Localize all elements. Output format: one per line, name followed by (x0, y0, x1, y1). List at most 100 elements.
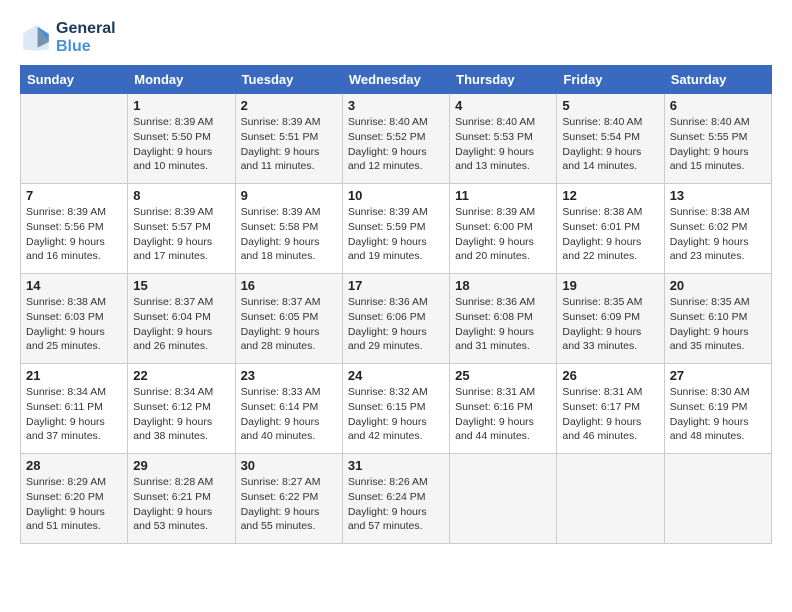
day-info: Sunrise: 8:35 AMSunset: 6:09 PMDaylight:… (562, 295, 658, 354)
calendar-cell: 16 Sunrise: 8:37 AMSunset: 6:05 PMDayligh… (235, 274, 342, 364)
calendar-cell: 27Sunrise: 8:30 AMSunset: 6:19 PMDayligh… (664, 364, 771, 454)
day-number: 20 (670, 278, 766, 293)
week-row-5: 28Sunrise: 8:29 AMSunset: 6:20 PMDayligh… (21, 454, 772, 544)
day-info: Sunrise: 8:40 AMSunset: 5:54 PMDaylight:… (562, 115, 658, 174)
day-info: Sunrise: 8:39 AMSunset: 6:00 PMDaylight:… (455, 205, 551, 264)
day-number: 2 (241, 98, 337, 113)
day-number: 12 (562, 188, 658, 203)
day-number: 3 (348, 98, 444, 113)
calendar-cell: 15 Sunrise: 8:37 AMSunset: 6:04 PMDayligh… (128, 274, 235, 364)
day-info: Sunrise: 8:30 AMSunset: 6:19 PMDaylight:… (670, 385, 766, 444)
week-row-2: 7 Sunrise: 8:39 AMSunset: 5:56 PMDaylight… (21, 184, 772, 274)
day-info: Sunrise: 8:35 AMSunset: 6:10 PMDaylight:… (670, 295, 766, 354)
calendar-cell: 31 Sunrise: 8:26 AMSunset: 6:24 PMDayligh… (342, 454, 449, 544)
week-row-4: 21 Sunrise: 8:34 AMSunset: 6:11 PMDayligh… (21, 364, 772, 454)
day-info: Sunrise: 8:32 AMSunset: 6:15 PMDaylight:… (348, 385, 444, 444)
day-info: Sunrise: 8:39 AMSunset: 5:57 PMDaylight:… (133, 205, 229, 264)
day-info: Sunrise: 8:40 AMSunset: 5:53 PMDaylight:… (455, 115, 551, 174)
day-number: 21 (26, 368, 122, 383)
day-number: 6 (670, 98, 766, 113)
day-info: Sunrise: 8:33 AMSunset: 6:14 PMDaylight:… (241, 385, 337, 444)
day-info: Sunrise: 8:26 AMSunset: 6:24 PMDaylight:… (348, 475, 444, 534)
logo-line2: Blue (56, 38, 116, 56)
day-info: Sunrise: 8:40 AMSunset: 5:52 PMDaylight:… (348, 115, 444, 174)
day-number: 13 (670, 188, 766, 203)
day-info: Sunrise: 8:27 AMSunset: 6:22 PMDaylight:… (241, 475, 337, 534)
calendar-cell: 17 Sunrise: 8:36 AMSunset: 6:06 PMDayligh… (342, 274, 449, 364)
calendar-cell: 10 Sunrise: 8:39 AMSunset: 5:59 PMDayligh… (342, 184, 449, 274)
calendar-cell: 12Sunrise: 8:38 AMSunset: 6:01 PMDayligh… (557, 184, 664, 274)
day-number: 24 (348, 368, 444, 383)
day-number: 9 (241, 188, 337, 203)
day-info: Sunrise: 8:39 AMSunset: 5:58 PMDaylight:… (241, 205, 337, 264)
header-sunday: Sunday (21, 66, 128, 94)
day-number: 29 (133, 458, 229, 473)
week-row-3: 14 Sunrise: 8:38 AMSunset: 6:03 PMDayligh… (21, 274, 772, 364)
day-number: 26 (562, 368, 658, 383)
calendar-cell: 1Sunrise: 8:39 AMSunset: 5:50 PMDaylight… (128, 94, 235, 184)
day-info: Sunrise: 8:37 AMSunset: 6:05 PMDaylight:… (241, 295, 337, 354)
calendar-cell: 29Sunrise: 8:28 AMSunset: 6:21 PMDayligh… (128, 454, 235, 544)
day-number: 11 (455, 188, 551, 203)
calendar-cell: 19 Sunrise: 8:35 AMSunset: 6:09 PMDayligh… (557, 274, 664, 364)
day-info: Sunrise: 8:36 AMSunset: 6:06 PMDaylight:… (348, 295, 444, 354)
day-info: Sunrise: 8:31 AMSunset: 6:16 PMDaylight:… (455, 385, 551, 444)
calendar-cell: 22 Sunrise: 8:34 AMSunset: 6:12 PMDayligh… (128, 364, 235, 454)
day-info: Sunrise: 8:37 AMSunset: 6:04 PMDaylight:… (133, 295, 229, 354)
calendar-cell: 30 Sunrise: 8:27 AMSunset: 6:22 PMDayligh… (235, 454, 342, 544)
week-row-1: 1Sunrise: 8:39 AMSunset: 5:50 PMDaylight… (21, 94, 772, 184)
day-info: Sunrise: 8:39 AMSunset: 5:51 PMDaylight:… (241, 115, 337, 174)
day-info: Sunrise: 8:29 AMSunset: 6:20 PMDaylight:… (26, 475, 122, 534)
day-number: 23 (241, 368, 337, 383)
day-info: Sunrise: 8:38 AMSunset: 6:03 PMDaylight:… (26, 295, 122, 354)
day-info: Sunrise: 8:39 AMSunset: 5:50 PMDaylight:… (133, 115, 229, 174)
calendar-cell: 24 Sunrise: 8:32 AMSunset: 6:15 PMDayligh… (342, 364, 449, 454)
calendar-cell: 7 Sunrise: 8:39 AMSunset: 5:56 PMDaylight… (21, 184, 128, 274)
logo-icon (20, 22, 52, 54)
logo: General Blue (20, 20, 116, 55)
calendar-cell: 25 Sunrise: 8:31 AMSunset: 6:16 PMDayligh… (450, 364, 557, 454)
calendar-cell: 8 Sunrise: 8:39 AMSunset: 5:57 PMDaylight… (128, 184, 235, 274)
day-number: 10 (348, 188, 444, 203)
calendar-cell: 28Sunrise: 8:29 AMSunset: 6:20 PMDayligh… (21, 454, 128, 544)
calendar-header-row: SundayMondayTuesdayWednesdayThursdayFrid… (21, 66, 772, 94)
calendar-cell: 6 Sunrise: 8:40 AMSunset: 5:55 PMDaylight… (664, 94, 771, 184)
day-info: Sunrise: 8:38 AMSunset: 6:02 PMDaylight:… (670, 205, 766, 264)
header-friday: Friday (557, 66, 664, 94)
day-number: 8 (133, 188, 229, 203)
page-header: General Blue (20, 20, 772, 55)
calendar-cell: 9 Sunrise: 8:39 AMSunset: 5:58 PMDaylight… (235, 184, 342, 274)
day-number: 31 (348, 458, 444, 473)
day-number: 14 (26, 278, 122, 293)
day-info: Sunrise: 8:40 AMSunset: 5:55 PMDaylight:… (670, 115, 766, 174)
calendar-cell (557, 454, 664, 544)
header-saturday: Saturday (664, 66, 771, 94)
day-number: 7 (26, 188, 122, 203)
header-wednesday: Wednesday (342, 66, 449, 94)
day-number: 4 (455, 98, 551, 113)
day-info: Sunrise: 8:36 AMSunset: 6:08 PMDaylight:… (455, 295, 551, 354)
calendar-cell (21, 94, 128, 184)
calendar-table: SundayMondayTuesdayWednesdayThursdayFrid… (20, 65, 772, 544)
day-number: 30 (241, 458, 337, 473)
day-number: 25 (455, 368, 551, 383)
calendar-cell: 20 Sunrise: 8:35 AMSunset: 6:10 PMDayligh… (664, 274, 771, 364)
day-number: 16 (241, 278, 337, 293)
day-number: 5 (562, 98, 658, 113)
day-number: 15 (133, 278, 229, 293)
day-info: Sunrise: 8:39 AMSunset: 5:56 PMDaylight:… (26, 205, 122, 264)
calendar-cell (450, 454, 557, 544)
day-number: 17 (348, 278, 444, 293)
day-info: Sunrise: 8:39 AMSunset: 5:59 PMDaylight:… (348, 205, 444, 264)
header-monday: Monday (128, 66, 235, 94)
calendar-cell: 11 Sunrise: 8:39 AMSunset: 6:00 PMDayligh… (450, 184, 557, 274)
header-tuesday: Tuesday (235, 66, 342, 94)
calendar-cell: 13 Sunrise: 8:38 AMSunset: 6:02 PMDayligh… (664, 184, 771, 274)
day-info: Sunrise: 8:34 AMSunset: 6:12 PMDaylight:… (133, 385, 229, 444)
calendar-cell: 14 Sunrise: 8:38 AMSunset: 6:03 PMDayligh… (21, 274, 128, 364)
day-info: Sunrise: 8:34 AMSunset: 6:11 PMDaylight:… (26, 385, 122, 444)
day-number: 22 (133, 368, 229, 383)
calendar-cell: 23 Sunrise: 8:33 AMSunset: 6:14 PMDayligh… (235, 364, 342, 454)
day-number: 19 (562, 278, 658, 293)
calendar-cell: 21 Sunrise: 8:34 AMSunset: 6:11 PMDayligh… (21, 364, 128, 454)
